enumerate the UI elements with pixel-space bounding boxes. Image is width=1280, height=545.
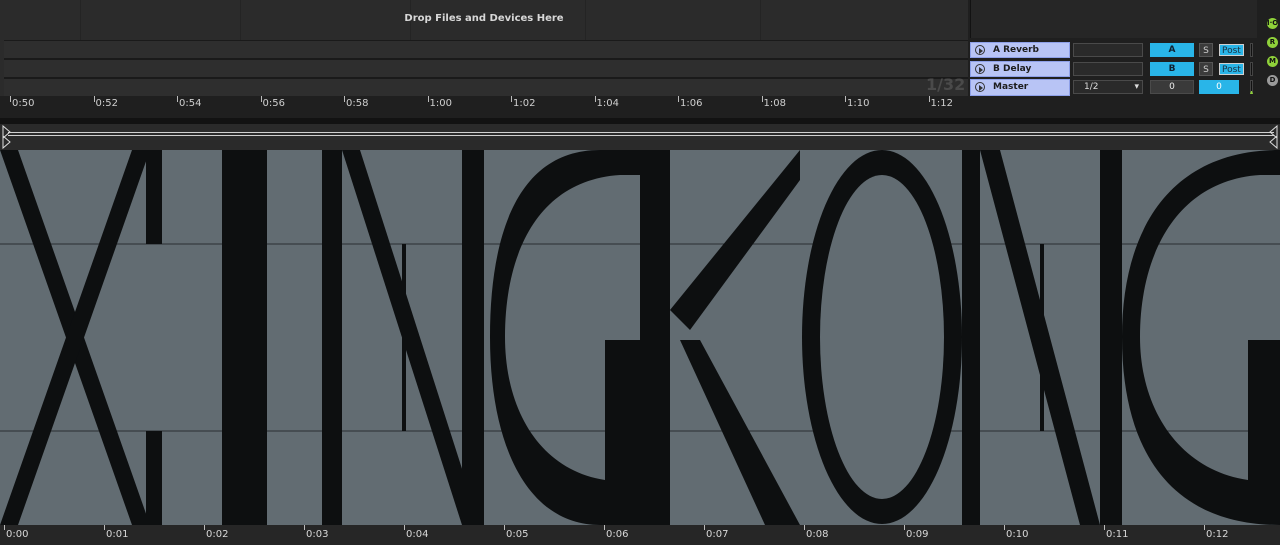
arrangement-time-ruler[interactable]: [0, 96, 968, 110]
ruler-tick: [678, 96, 679, 102]
play-icon[interactable]: [975, 82, 985, 92]
returns-toggle-icon[interactable]: R: [1267, 37, 1278, 48]
ruler-tick: [604, 525, 605, 530]
mixer-toggle-icon[interactable]: M: [1267, 56, 1278, 67]
return-a-solo-button[interactable]: S: [1199, 43, 1213, 57]
clip-time-label: 0:07: [706, 529, 729, 540]
ruler-tick: [4, 525, 5, 530]
return-a-monitor-button[interactable]: Post: [1219, 44, 1244, 56]
mixer-drop-area: [970, 0, 1257, 38]
ruler-tick: [1204, 525, 1205, 530]
master-track-header[interactable]: Master: [970, 79, 1070, 96]
arrangement-time-label: 1:08: [763, 98, 786, 109]
ruler-tick: [504, 525, 505, 530]
return-track-a-header[interactable]: A Reverb: [970, 42, 1070, 58]
ruler-tick: [260, 96, 262, 102]
arrangement-time-label: 0:58: [346, 98, 369, 109]
ruler-tick: [104, 525, 105, 530]
ruler-tick: [761, 96, 763, 102]
clip-time-label: 0:08: [806, 529, 829, 540]
return-b-solo-button[interactable]: S: [1199, 62, 1213, 76]
clip-time-label: 0:05: [506, 529, 529, 540]
clip-time-label: 0:12: [1206, 529, 1229, 540]
ruler-tick: [204, 525, 205, 530]
return-a-send-button[interactable]: A: [1150, 43, 1194, 57]
return-track-lane-a[interactable]: [4, 40, 968, 59]
master-track-name: Master: [993, 82, 1029, 92]
ruler-tick: [1004, 525, 1005, 530]
ruler-tick: [1104, 525, 1105, 530]
delay-toggle-icon[interactable]: D: [1267, 75, 1278, 86]
loop-marker-icons[interactable]: [0, 124, 1280, 150]
master-pan-field[interactable]: 0: [1199, 80, 1239, 94]
waveform-graphic: [0, 150, 1280, 525]
arrangement-time-label: 1:06: [680, 98, 703, 109]
sample-waveform-display[interactable]: [0, 150, 1280, 525]
ruler-tick: [904, 525, 905, 530]
ruler-tick: [928, 96, 930, 102]
return-track-name: A Reverb: [993, 45, 1039, 55]
clip-time-label: 0:04: [406, 529, 429, 540]
level-meter: [1250, 43, 1253, 57]
drop-zone-label[interactable]: Drop Files and Devices Here: [0, 0, 968, 38]
master-volume-field[interactable]: 0: [1150, 80, 1194, 94]
clip-time-label: 0:09: [906, 529, 929, 540]
clip-time-label: 0:10: [1006, 529, 1029, 540]
clip-time-label: 0:01: [106, 529, 129, 540]
ruler-tick: [304, 525, 305, 530]
ruler-tick: [427, 96, 429, 102]
ruler-tick: [804, 525, 805, 530]
clip-time-ruler[interactable]: [0, 525, 1280, 545]
return-a-input-field[interactable]: [1073, 43, 1143, 57]
return-b-input-field[interactable]: [1073, 62, 1143, 76]
ruler-tick: [594, 96, 596, 102]
clip-marker-bar[interactable]: [0, 124, 1280, 150]
arrangement-time-label: 1:00: [429, 98, 452, 109]
ruler-tick: [10, 96, 11, 102]
ruler-tick: [511, 96, 512, 102]
arrangement-time-label: 0:54: [179, 98, 202, 109]
ruler-tick: [177, 96, 178, 102]
play-icon[interactable]: [975, 45, 985, 55]
grid-size-label: 1/32: [926, 75, 966, 94]
arrangement-time-label: 0:52: [95, 98, 118, 109]
arrangement-time-label: 0:50: [12, 98, 35, 109]
arrangement-time-label: 0:56: [262, 98, 285, 109]
ruler-tick: [704, 525, 705, 530]
master-level-meter: [1250, 80, 1253, 94]
clip-time-label: 0:11: [1106, 529, 1129, 540]
ruler-tick: [344, 96, 345, 102]
level-meter: [1250, 62, 1253, 76]
ruler-tick: [93, 96, 95, 102]
cue-out-select[interactable]: 1/2 ▾: [1073, 80, 1143, 94]
ruler-tick: [845, 96, 846, 102]
return-b-send-button[interactable]: B: [1150, 62, 1194, 76]
return-track-b-header[interactable]: B Delay: [970, 61, 1070, 77]
return-track-lane-b[interactable]: [4, 59, 968, 78]
master-track-lane[interactable]: [4, 78, 968, 96]
return-track-name: B Delay: [993, 64, 1032, 74]
arrangement-time-label: 1:10: [847, 98, 870, 109]
clip-time-label: 0:06: [606, 529, 629, 540]
cue-out-value: 1/2: [1084, 82, 1099, 92]
clip-time-label: 0:02: [206, 529, 229, 540]
clip-time-label: 0:00: [6, 529, 29, 540]
play-icon[interactable]: [975, 64, 985, 74]
return-b-monitor-button[interactable]: Post: [1219, 63, 1244, 75]
ruler-tick: [404, 525, 405, 530]
arrangement-time-label: 1:02: [513, 98, 536, 109]
clip-time-label: 0:03: [306, 529, 329, 540]
arrangement-time-label: 1:04: [596, 98, 619, 109]
arrangement-time-label: 1:12: [930, 98, 953, 109]
io-toggle-icon[interactable]: I·O: [1267, 18, 1278, 29]
chevron-down-icon: ▾: [1134, 82, 1139, 92]
